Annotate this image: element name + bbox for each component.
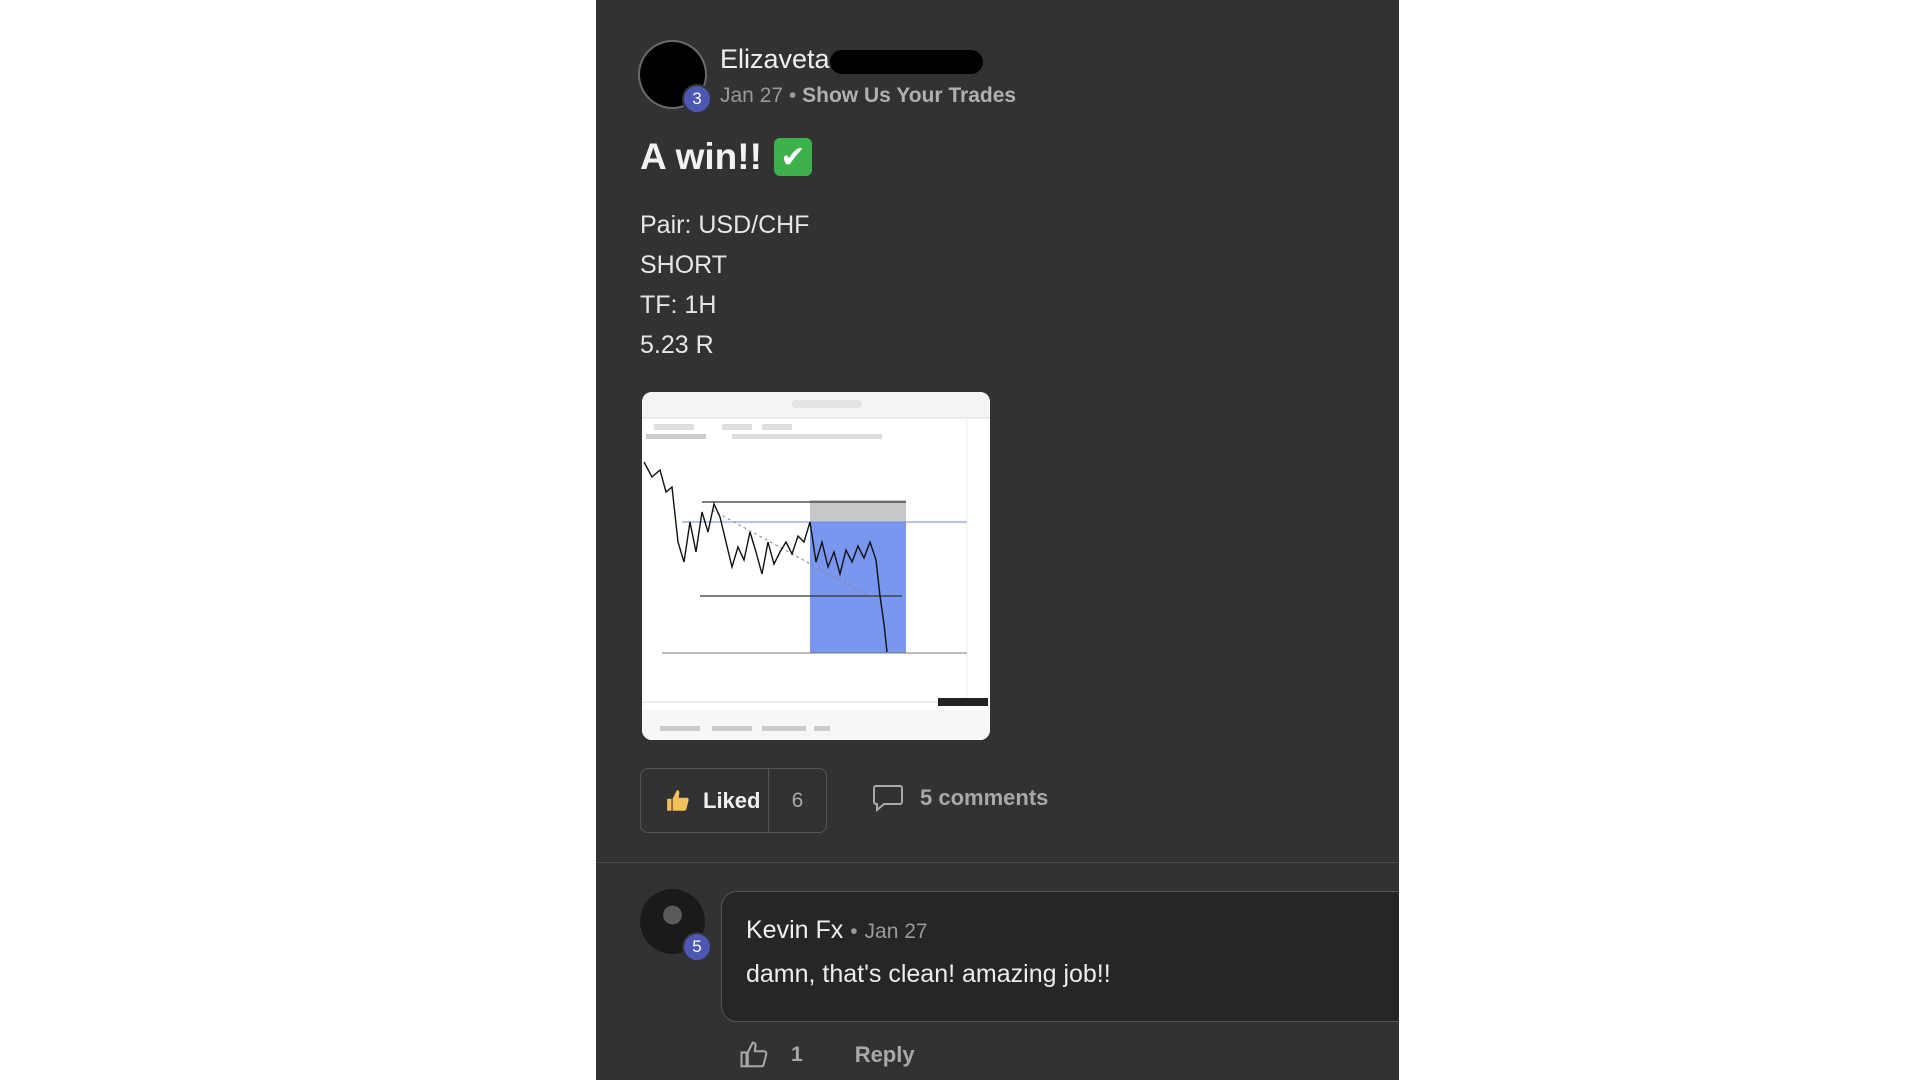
thumbs-up-icon (667, 789, 689, 811)
commenter-name[interactable]: Kevin Fx (746, 916, 843, 944)
thumbs-up-outline-icon[interactable] (739, 1040, 769, 1070)
author-level-badge: 3 (682, 84, 712, 114)
post-title-text: A win!! (640, 136, 762, 177)
meta-separator: • (788, 84, 797, 107)
reply-button[interactable]: Reply (855, 1042, 915, 1068)
post-category-link[interactable]: Show Us Your Trades (802, 84, 1016, 107)
chart-thumbnail-graphic (642, 392, 990, 740)
comment-header: Kevin Fx • Jan 27 (746, 916, 928, 945)
comments-button[interactable]: 5 comments (872, 784, 1048, 812)
community-post-panel: 3 Elizaveta Jan 27 • Show Us Your Trades… (596, 0, 1399, 1080)
comment-like-count: 1 (791, 1043, 803, 1066)
post-body-line: SHORT (640, 251, 728, 279)
like-count[interactable]: 6 (769, 789, 826, 813)
post-title: A win!! ✔ (640, 136, 812, 178)
comment-actions: 1 Reply (739, 1040, 915, 1070)
trade-chart-screenshot[interactable] (642, 392, 990, 740)
comment-bubble: Kevin Fx • Jan 27 damn, that's clean! am… (721, 891, 1399, 1022)
check-mark-icon: ✔ (773, 138, 812, 176)
liked-label: Liked (703, 787, 761, 813)
post-date: Jan 27 (720, 84, 784, 107)
comment-separator: • (850, 920, 858, 943)
comment-text: damn, that's clean! amazing job!! (746, 960, 1111, 988)
post-body-line: Pair: USD/CHF (640, 211, 810, 239)
like-control: Liked 6 (640, 768, 827, 833)
post-body-line: 5.23 R (640, 331, 714, 359)
author-name[interactable]: Elizaveta (720, 44, 830, 75)
comment-date: Jan 27 (864, 920, 928, 943)
comments-label: 5 comments (920, 785, 1049, 810)
commenter-level-badge: 5 (682, 932, 712, 962)
post-body-line: TF: 1H (640, 291, 717, 319)
post-meta: Jan 27 • Show Us Your Trades (720, 84, 1016, 108)
liked-button[interactable]: Liked (641, 769, 769, 832)
redacted-surname (830, 50, 983, 74)
section-divider (596, 862, 1399, 863)
post-body: Pair: USD/CHF SHORT TF: 1H 5.23 R (640, 205, 809, 365)
speech-bubble-icon (873, 785, 903, 812)
